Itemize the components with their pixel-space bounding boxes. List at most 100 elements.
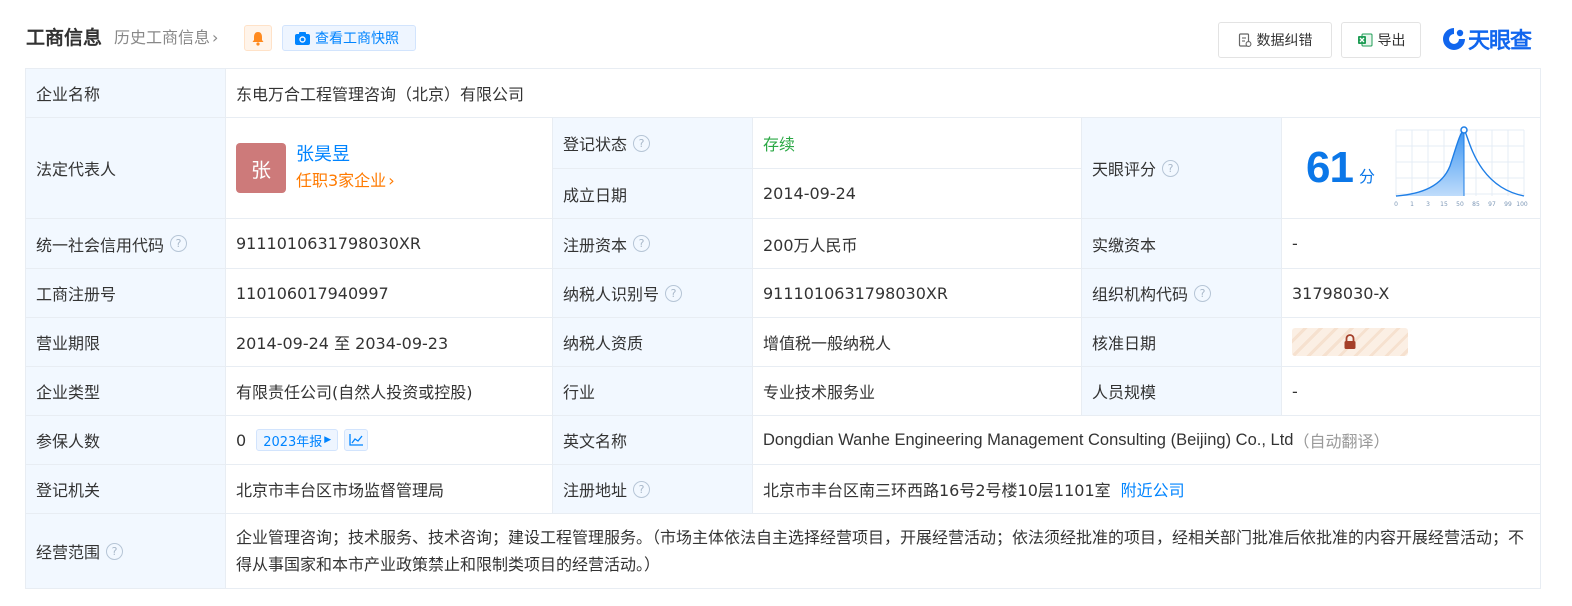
value-taxpayer-id: 9111010631798030XR bbox=[753, 269, 1082, 318]
value-biz-term: 2014-09-24 至 2034-09-23 bbox=[226, 318, 553, 367]
label-text: 企业类型 bbox=[36, 383, 101, 402]
score-distribution-chart: 0 1 3 15 50 85 97 99 100 bbox=[1394, 126, 1528, 208]
avatar[interactable]: 张 bbox=[236, 143, 286, 193]
excel-icon bbox=[1357, 33, 1372, 47]
legal-rep-companies-link[interactable]: 任职3家企业 › bbox=[296, 168, 395, 194]
caret-right-icon: ▶ bbox=[324, 435, 332, 445]
label-text: 核准日期 bbox=[1092, 334, 1157, 353]
label-reg-status: 登记状态? bbox=[553, 118, 753, 169]
snapshot-button[interactable]: 查看工商快照 bbox=[282, 25, 416, 51]
reg-authority-text: 北京市丰台区市场监督管理局 bbox=[236, 481, 445, 500]
help-icon[interactable]: ? bbox=[170, 235, 188, 252]
score-number: 61 bbox=[1306, 143, 1354, 192]
logo-mark-icon bbox=[1443, 28, 1465, 50]
founded-text: 2014-09-24 bbox=[763, 184, 856, 203]
score-tick-label: 99 bbox=[1504, 201, 1512, 208]
score-tick-label: 85 bbox=[1472, 201, 1480, 208]
help-icon[interactable]: ? bbox=[665, 284, 683, 302]
help-icon[interactable]: ? bbox=[633, 134, 651, 152]
label-text: 行业 bbox=[563, 383, 596, 402]
bell-icon bbox=[252, 31, 264, 46]
label-text: 登记机关 bbox=[36, 481, 101, 500]
value-industry: 专业技术服务业 bbox=[753, 367, 1082, 416]
biz-scope-text: 企业管理咨询；技术服务、技术咨询；建设工程管理服务。（市场主体依法自主选择经营项… bbox=[236, 528, 1525, 574]
score-tick-label: 100 bbox=[1516, 201, 1528, 208]
label-reg-address: 注册地址? bbox=[553, 465, 753, 514]
export-button[interactable]: 导出 bbox=[1341, 22, 1421, 58]
logo-text: 天眼查 bbox=[1468, 29, 1532, 54]
value-insured: 0 2023年报 ▶ bbox=[226, 416, 553, 465]
credit-code-text: 9111010631798030XR bbox=[236, 234, 421, 253]
history-label: 历史工商信息 bbox=[114, 28, 211, 47]
nearby-companies-link[interactable]: 附近公司 bbox=[1121, 477, 1185, 501]
label-org-code: 组织机构代码? bbox=[1082, 269, 1282, 318]
snapshot-label: 查看工商快照 bbox=[315, 31, 399, 47]
edit-document-icon bbox=[1238, 32, 1251, 47]
org-code-text: 31798030-X bbox=[1292, 283, 1390, 303]
label-biz-term: 营业期限 bbox=[26, 318, 226, 367]
label-staff-size: 人员规模 bbox=[1082, 367, 1282, 416]
score-unit: 分 bbox=[1358, 167, 1375, 186]
label-text: 组织机构代码 bbox=[1092, 285, 1189, 304]
value-org-code: 31798030-X bbox=[1282, 269, 1540, 318]
label-paid-capital: 实缴资本 bbox=[1082, 219, 1282, 269]
value-credit-code: 9111010631798030XR bbox=[226, 219, 553, 269]
correction-label: 数据纠错 bbox=[1256, 33, 1313, 49]
help-icon[interactable]: ? bbox=[1162, 159, 1180, 177]
chevron-right-icon: › bbox=[212, 28, 219, 47]
value-score[interactable]: 61 分 0 1 3 15 50 85 97 99 100 bbox=[1282, 118, 1540, 219]
label-company-type: 企业类型 bbox=[26, 367, 226, 416]
label-text: 成立日期 bbox=[563, 185, 628, 205]
label-reg-authority: 登记机关 bbox=[26, 465, 226, 514]
label-approval-date: 核准日期 bbox=[1082, 318, 1282, 367]
locked-content-button[interactable] bbox=[1292, 328, 1408, 356]
score-tick-label: 15 bbox=[1440, 201, 1448, 208]
label-text: 工商注册号 bbox=[36, 285, 117, 304]
auto-translate-note: （自动翻译） bbox=[1293, 432, 1390, 451]
score-tick-label: 97 bbox=[1488, 201, 1496, 208]
value-reg-status: 存续 bbox=[753, 118, 1082, 169]
value-legal-rep: 张 张昊昱 任职3家企业 › bbox=[226, 118, 553, 219]
label-text: 人员规模 bbox=[1092, 383, 1157, 402]
label-english-name: 英文名称 bbox=[553, 416, 753, 465]
reg-status-text: 存续 bbox=[763, 135, 796, 154]
history-link[interactable]: 历史工商信息 › bbox=[114, 26, 218, 50]
label-text: 参保人数 bbox=[36, 432, 101, 451]
label-company-name: 企业名称 bbox=[26, 69, 226, 118]
value-taxpayer-quality: 增值税一般纳税人 bbox=[753, 318, 1082, 367]
tianyancha-logo: 天眼查 bbox=[1441, 24, 1532, 54]
label-founded: 成立日期 bbox=[553, 169, 753, 219]
label-text: 纳税人资质 bbox=[563, 334, 644, 353]
value-biz-reg-no: 110106017940997 bbox=[226, 269, 553, 318]
export-label: 导出 bbox=[1377, 33, 1406, 49]
lock-icon bbox=[1344, 334, 1356, 349]
label-taxpayer-id: 纳税人识别号? bbox=[553, 269, 753, 318]
value-company-type: 有限责任公司(自然人投资或控股) bbox=[226, 367, 553, 416]
company-type-text: 有限责任公司(自然人投资或控股) bbox=[236, 383, 473, 402]
paid-capital-text: - bbox=[1292, 234, 1298, 253]
help-icon[interactable]: ? bbox=[1194, 284, 1212, 302]
label-taxpayer-quality: 纳税人资质 bbox=[553, 318, 753, 367]
label-biz-reg-no: 工商注册号 bbox=[26, 269, 226, 318]
label-credit-code: 统一社会信用代码? bbox=[26, 219, 226, 269]
annual-report-tag[interactable]: 2023年报 ▶ bbox=[256, 429, 339, 451]
score-tick-label: 1 bbox=[1410, 201, 1414, 208]
chevron-right-icon: › bbox=[388, 171, 395, 190]
label-text: 登记状态 bbox=[563, 135, 628, 154]
section-title: 工商信息 bbox=[26, 27, 103, 49]
label-legal-rep: 法定代表人 bbox=[26, 118, 226, 219]
monitor-bell-button[interactable] bbox=[244, 25, 272, 51]
label-text: 企业名称 bbox=[36, 85, 101, 104]
label-text: 统一社会信用代码 bbox=[36, 235, 165, 255]
value-reg-address: 北京市丰台区南三环西路16号2号楼10层1101室 附近公司 bbox=[753, 465, 1540, 514]
value-staff-size: - bbox=[1282, 367, 1540, 416]
legal-rep-name-link[interactable]: 张昊昱 bbox=[296, 142, 395, 168]
taxpayer-quality-text: 增值税一般纳税人 bbox=[763, 334, 892, 353]
data-correction-button[interactable]: 数据纠错 bbox=[1218, 22, 1332, 58]
help-icon[interactable]: ? bbox=[106, 542, 124, 560]
help-icon[interactable]: ? bbox=[633, 480, 651, 498]
label-text: 经营范围 bbox=[36, 543, 101, 562]
camera-icon bbox=[295, 31, 310, 45]
help-icon[interactable]: ? bbox=[633, 235, 651, 252]
trend-chart-button[interactable] bbox=[344, 429, 369, 451]
